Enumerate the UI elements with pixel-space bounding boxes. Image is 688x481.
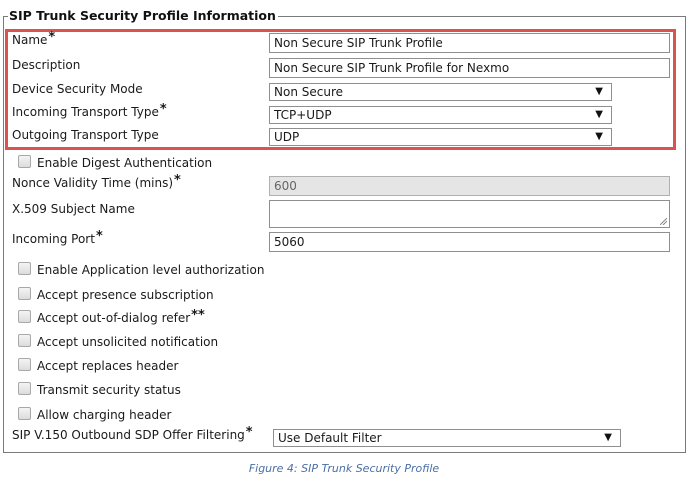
out-of-dialog-refer-checkbox[interactable] <box>18 310 31 323</box>
dropdown-arrow-icon: ▼ <box>595 131 603 142</box>
digest-auth-row[interactable]: Enable Digest Authentication <box>18 155 212 170</box>
sdp-filtering-label: SIP V.150 Outbound SDP Offer Filtering* <box>12 425 253 442</box>
digest-auth-checkbox[interactable] <box>18 155 31 168</box>
sdp-filtering-select[interactable]: Use Default Filter ▼ <box>273 429 621 447</box>
name-input[interactable]: Non Secure SIP Trunk Profile <box>269 33 670 53</box>
outgoing-transport-type-select[interactable]: UDP ▼ <box>269 128 612 146</box>
description-input[interactable]: Non Secure SIP Trunk Profile for Nexmo <box>269 58 670 78</box>
incoming-transport-type-select[interactable]: TCP+UDP ▼ <box>269 106 612 124</box>
device-security-mode-label: Device Security Mode <box>12 82 143 96</box>
out-of-dialog-refer-row[interactable]: Accept out-of-dialog refer** <box>18 308 205 326</box>
nonce-validity-label: Nonce Validity Time (mins)* <box>12 173 181 190</box>
incoming-port-label: Incoming Port* <box>12 229 103 246</box>
charging-header-checkbox[interactable] <box>18 407 31 420</box>
app-level-auth-checkbox[interactable] <box>18 262 31 275</box>
replaces-header-row[interactable]: Accept replaces header <box>18 358 178 373</box>
dropdown-arrow-icon: ▼ <box>595 109 603 120</box>
unsolicited-notification-row[interactable]: Accept unsolicited notification <box>18 334 218 349</box>
x509-subject-label: X.509 Subject Name <box>12 202 135 216</box>
nonce-validity-input: 600 <box>269 176 670 196</box>
presence-subscription-checkbox[interactable] <box>18 287 31 300</box>
security-status-row[interactable]: Transmit security status <box>18 382 181 397</box>
dropdown-arrow-icon: ▼ <box>595 86 603 97</box>
panel-title: SIP Trunk Security Profile Information <box>8 8 278 23</box>
device-security-mode-select[interactable]: Non Secure ▼ <box>269 83 612 101</box>
x509-subject-textarea[interactable] <box>269 200 670 228</box>
outgoing-transport-type-label: Outgoing Transport Type <box>12 128 159 142</box>
unsolicited-notification-checkbox[interactable] <box>18 334 31 347</box>
figure-caption: Figure 4: SIP Trunk Security Profile <box>248 462 440 475</box>
name-label: Name* <box>12 30 56 47</box>
app-level-auth-row[interactable]: Enable Application level authorization <box>18 262 264 277</box>
dropdown-arrow-icon: ▼ <box>604 432 612 443</box>
resize-grip-icon[interactable] <box>660 218 667 225</box>
incoming-port-input[interactable]: 5060 <box>269 232 670 252</box>
charging-header-row[interactable]: Allow charging header <box>18 407 171 422</box>
description-label: Description <box>12 58 81 72</box>
security-status-checkbox[interactable] <box>18 382 31 395</box>
presence-subscription-row[interactable]: Accept presence subscription <box>18 287 214 302</box>
replaces-header-checkbox[interactable] <box>18 358 31 371</box>
incoming-transport-type-label: Incoming Transport Type* <box>12 102 167 119</box>
